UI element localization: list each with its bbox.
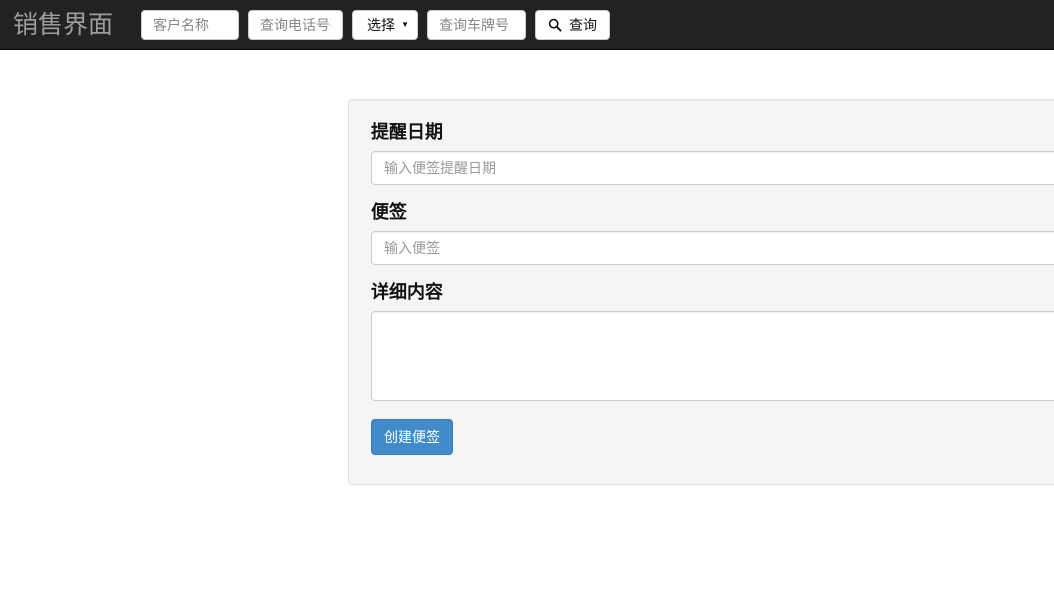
navbar-search-form: 选择 ▼ 查询: [141, 9, 611, 40]
reminder-date-label: 提醒日期: [371, 122, 443, 142]
chevron-down-icon: ▼: [401, 20, 410, 29]
category-select[interactable]: 选择 ▼: [352, 9, 419, 40]
create-note-button[interactable]: 创建便签: [371, 419, 453, 455]
detail-content-label: 详细内容: [371, 282, 443, 302]
search-button[interactable]: 查询: [535, 9, 611, 40]
top-navbar: 销售界面 选择 ▼ 查询: [0, 0, 1054, 50]
category-select-value: 选择: [367, 16, 396, 33]
note-form-panel: 提醒日期 便签 详细内容 创建便签: [348, 99, 1054, 485]
license-plate-input[interactable]: [427, 9, 527, 40]
search-button-label: 查询: [569, 16, 598, 33]
note-input[interactable]: [371, 231, 1054, 265]
reminder-date-input[interactable]: [371, 151, 1054, 185]
brand-title: 销售界面: [13, 10, 114, 39]
customer-name-input[interactable]: [141, 9, 240, 40]
note-label: 便签: [371, 202, 407, 222]
search-icon: [548, 18, 562, 32]
phone-number-input[interactable]: [248, 9, 344, 40]
detail-content-textarea[interactable]: [371, 311, 1054, 401]
